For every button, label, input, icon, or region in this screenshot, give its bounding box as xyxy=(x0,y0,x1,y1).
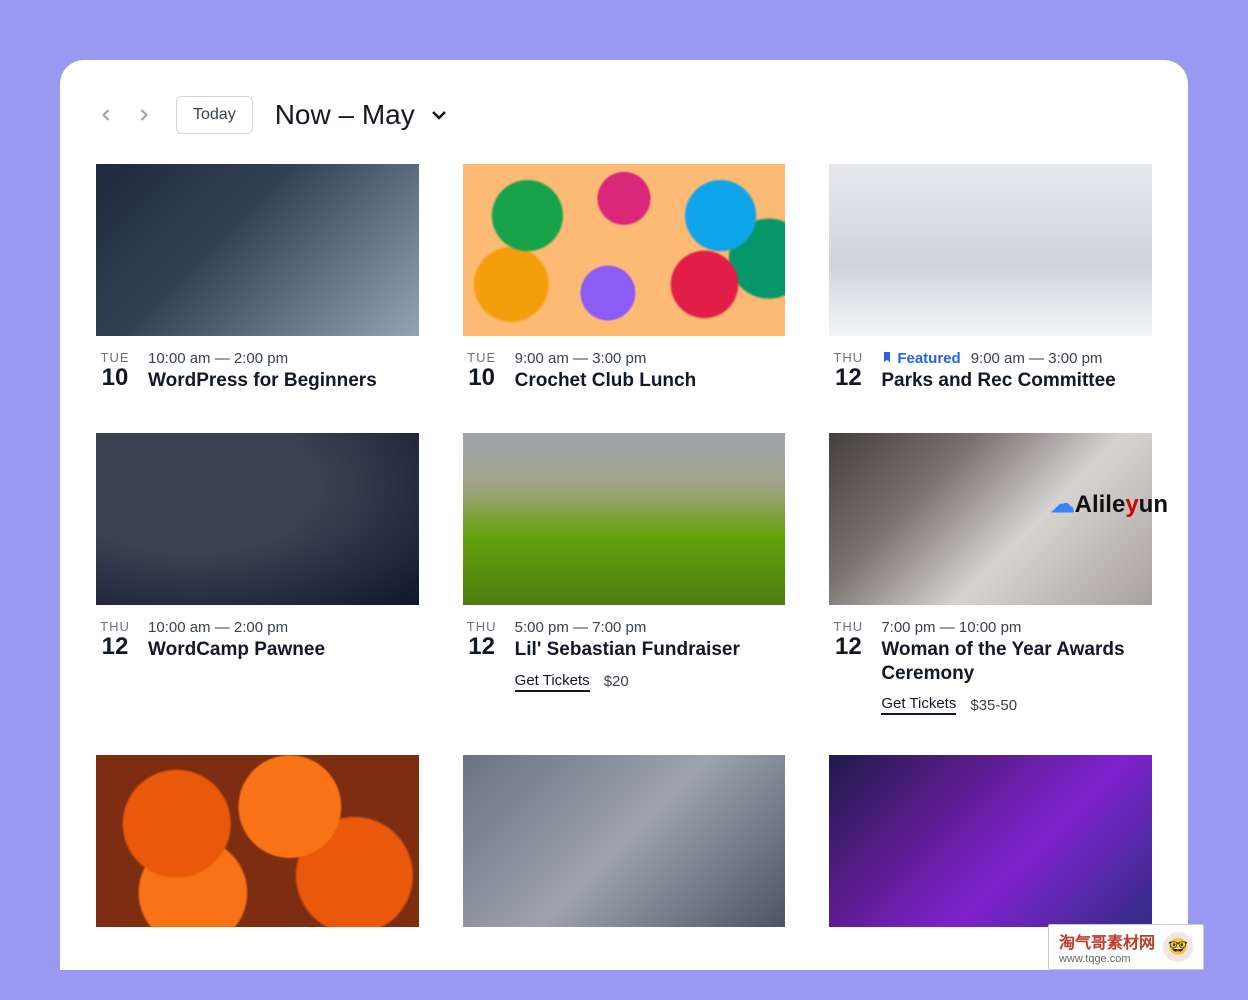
event-card[interactable]: THU12 7:00 pm — 10:00 pm Woman of the Year… xyxy=(829,433,1152,716)
event-daynum: 12 xyxy=(463,634,501,660)
watermark-alileyun: ☁Alileyun xyxy=(1051,490,1168,519)
event-date: THU12 xyxy=(463,619,501,660)
event-thumbnail[interactable] xyxy=(829,164,1152,336)
event-thumbnail[interactable] xyxy=(96,164,419,336)
event-date: TUE10 xyxy=(96,350,134,391)
event-title[interactable]: Crochet Club Lunch xyxy=(515,369,786,393)
event-card[interactable] xyxy=(829,755,1152,927)
event-date: THU12 xyxy=(829,619,867,660)
event-thumbnail[interactable] xyxy=(829,755,1152,927)
event-thumbnail[interactable] xyxy=(463,755,786,927)
event-title[interactable]: Lil' Sebastian Fundraiser xyxy=(515,638,786,662)
featured-badge: Featured xyxy=(881,350,960,367)
event-weekday: THU xyxy=(829,350,867,365)
event-weekday: THU xyxy=(463,619,501,634)
watermark-tqge: 淘气哥素材网 www.tqge.com 🤓 xyxy=(1048,924,1204,970)
event-weekday: THU xyxy=(96,619,134,634)
event-card[interactable]: THU12 5:00 pm — 7:00 pm Lil' Sebastian Fun… xyxy=(463,433,786,716)
event-title[interactable]: Woman of the Year Awards Ceremony xyxy=(881,638,1152,686)
event-thumbnail[interactable] xyxy=(96,755,419,927)
event-card[interactable] xyxy=(463,755,786,927)
event-thumbnail[interactable] xyxy=(463,433,786,605)
event-title[interactable]: WordCamp Pawnee xyxy=(148,638,419,662)
event-date: TUE10 xyxy=(463,350,501,391)
event-daynum: 10 xyxy=(96,365,134,391)
event-title[interactable]: Parks and Rec Committee xyxy=(881,369,1152,393)
event-card[interactable]: TUE10 9:00 am — 3:00 pm Crochet Club Lunch xyxy=(463,164,786,393)
event-daynum: 10 xyxy=(463,365,501,391)
event-date: THU12 xyxy=(96,619,134,660)
event-card[interactable] xyxy=(96,755,419,927)
event-date: THU12 xyxy=(829,350,867,391)
event-time: 5:00 pm — 7:00 pm xyxy=(515,619,786,636)
event-weekday: TUE xyxy=(463,350,501,365)
event-card[interactable]: TUE10 10:00 am — 2:00 pm WordPress for Beg… xyxy=(96,164,419,393)
event-weekday: TUE xyxy=(96,350,134,365)
event-card[interactable]: THU12 10:00 am — 2:00 pm WordCamp Pawnee xyxy=(96,433,419,716)
event-weekday: THU xyxy=(829,619,867,634)
event-price: $20 xyxy=(604,673,629,690)
event-price: $35-50 xyxy=(970,697,1017,714)
event-time: 10:00 am — 2:00 pm xyxy=(148,350,419,367)
event-card[interactable]: THU12 Featured9:00 am — 3:00 pm Parks and … xyxy=(829,164,1152,393)
bookmark-icon xyxy=(881,351,893,363)
event-daynum: 12 xyxy=(829,634,867,660)
events-grid: TUE1010:00 am — 2:00 pmWordPress for Beg… xyxy=(96,164,1152,927)
event-time: 9:00 am — 3:00 pm xyxy=(515,350,786,367)
event-daynum: 12 xyxy=(829,365,867,391)
event-time: 10:00 am — 2:00 pm xyxy=(148,619,419,636)
glasses-icon: 🤓 xyxy=(1163,932,1193,962)
event-thumbnail[interactable] xyxy=(96,433,419,605)
event-time: 7:00 pm — 10:00 pm xyxy=(881,619,1152,636)
get-tickets-link[interactable]: Get Tickets xyxy=(881,695,956,715)
event-time: Featured9:00 am — 3:00 pm xyxy=(881,350,1152,367)
get-tickets-link[interactable]: Get Tickets xyxy=(515,672,590,692)
next-button[interactable] xyxy=(134,105,154,125)
chevron-down-icon xyxy=(427,103,451,127)
date-range-label: Now – May xyxy=(275,99,415,131)
event-daynum: 12 xyxy=(96,634,134,660)
date-range-selector[interactable]: Now – May xyxy=(275,99,451,131)
event-thumbnail[interactable] xyxy=(463,164,786,336)
prev-button[interactable] xyxy=(96,105,116,125)
event-title[interactable]: WordPress for Beginners xyxy=(148,369,419,393)
toolbar: Today Now – May xyxy=(96,96,1152,134)
today-button[interactable]: Today xyxy=(176,96,253,134)
